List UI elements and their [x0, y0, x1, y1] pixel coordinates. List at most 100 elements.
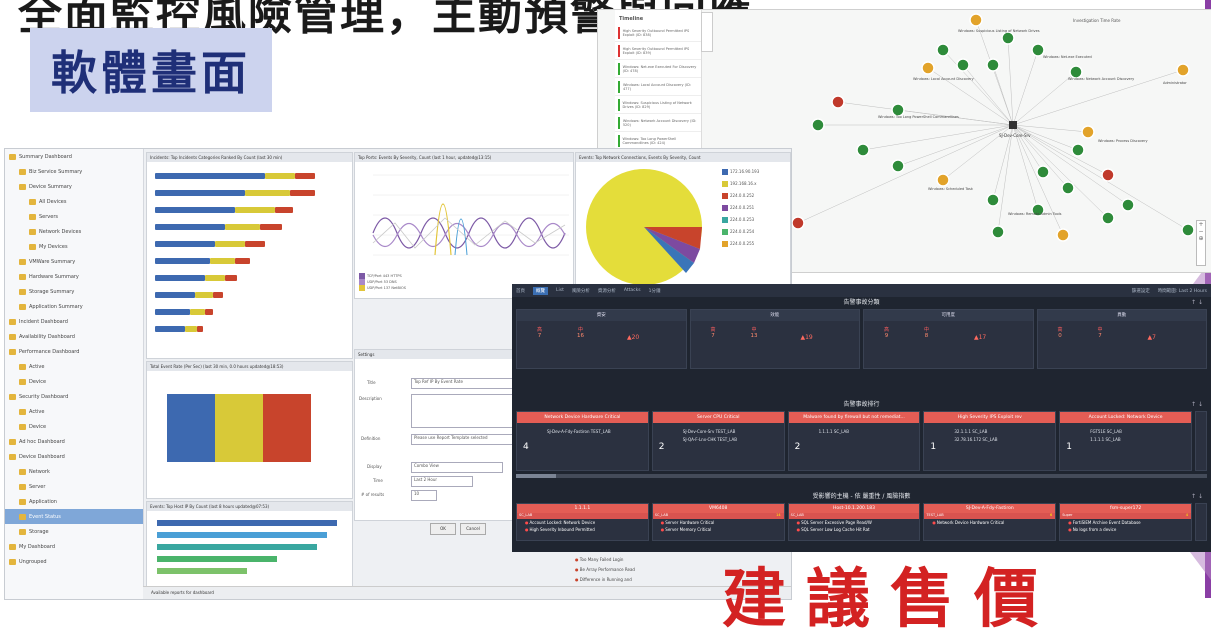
nav-tab[interactable]: Attacks — [624, 287, 641, 295]
graph-node[interactable] — [956, 58, 970, 72]
tree-item[interactable]: Ad hoc Dashboard — [5, 434, 143, 449]
nav-tab[interactable]: 資源分析 — [598, 287, 616, 295]
graph-node[interactable] — [1071, 143, 1085, 157]
tree-item[interactable]: Biz Service Summary — [5, 164, 143, 179]
nav-tab[interactable]: 首頁 — [516, 287, 525, 295]
results-select[interactable]: 10 — [411, 490, 437, 501]
tree-item[interactable]: Network — [5, 464, 143, 479]
risk-score: 6 — [1049, 513, 1053, 517]
tree-item[interactable]: Network Devices — [5, 224, 143, 239]
incidents-panel: Incidents: Top Incidents Categories Rank… — [146, 152, 353, 359]
tree-item[interactable]: Incident Dashboard — [5, 314, 143, 329]
high-label: 高 — [1057, 327, 1063, 333]
rank-card-hosts: SJ-Dev-Core-Srv TEST_LAB SJ-QA-F-Lnx-CHK … — [683, 428, 737, 444]
graph-node[interactable] — [1056, 228, 1070, 242]
graph-node[interactable] — [1061, 181, 1075, 195]
rank-card-count: 2 — [794, 442, 801, 452]
zoom-control[interactable]: + − ⊕ — [1196, 220, 1206, 266]
tree-item[interactable]: Storage — [5, 524, 143, 539]
tree-item[interactable]: Server — [5, 479, 143, 494]
graph-node[interactable] — [986, 193, 1000, 207]
rank-card[interactable]: High Severity IPS Exploit rev 1 32.1.1.1 S… — [923, 411, 1057, 471]
tree-item[interactable]: Active — [5, 404, 143, 419]
rank-card-title: High Severity IPS Exploit rev — [924, 412, 1056, 423]
rank-list-item: ● Difference in Running and — [575, 575, 649, 585]
tree-item[interactable]: Summary Dashboard — [5, 149, 143, 164]
tree-item[interactable]: My Devices — [5, 239, 143, 254]
host-alert: ●Network Device Hardware Critical — [924, 519, 1055, 526]
tree-item[interactable]: All Devices — [5, 194, 143, 209]
tree-item[interactable]: Performance Dashboard — [5, 344, 143, 359]
horizontal-scrollbar[interactable] — [516, 474, 1207, 478]
graph-node[interactable] — [811, 118, 825, 132]
tree-item[interactable]: Device Summary — [5, 179, 143, 194]
graph-node[interactable] — [1121, 198, 1135, 212]
nav-tab[interactable]: 1分鐘 — [649, 287, 661, 295]
graph-node[interactable] — [936, 43, 950, 57]
alert-dot-icon: ● — [1068, 520, 1072, 525]
tree-item[interactable]: Device — [5, 374, 143, 389]
graph-node[interactable] — [1101, 211, 1115, 225]
tree-item[interactable]: Application Summary — [5, 299, 143, 314]
nav-control[interactable]: 篩選設定 — [1132, 288, 1150, 294]
tree-item[interactable]: Security Dashboard — [5, 389, 143, 404]
description-label: Description — [359, 396, 382, 401]
rank-card[interactable]: Malware found by firewall but not remedi… — [787, 411, 921, 471]
tree-item-label: Device Summary — [29, 183, 72, 190]
graph-node[interactable] — [856, 143, 870, 157]
rank-card[interactable]: Server CPU Critical 2 SJ-Dev-Core-Srv TEST… — [651, 411, 785, 471]
graph-node[interactable] — [969, 13, 983, 27]
tree-item[interactable]: VMWare Summary — [5, 254, 143, 269]
cancel-button[interactable]: Cancel — [460, 523, 486, 535]
tree-item[interactable]: Active — [5, 359, 143, 374]
rank-card[interactable]: Account Locked: Network Device 1 FGT51E SC… — [1059, 411, 1192, 471]
host-alert-label: FortiSIEM Archive Event Database — [1072, 520, 1141, 525]
nav-tab[interactable]: 風險分析 — [572, 287, 590, 295]
tree-item[interactable]: Ungrouped — [5, 554, 143, 569]
risk-score: 4 — [1185, 513, 1188, 517]
tree-item[interactable]: Availability Dashboard — [5, 329, 143, 344]
graph-node[interactable] — [1036, 165, 1050, 179]
graph-node[interactable] — [936, 173, 950, 187]
graph-node[interactable] — [986, 58, 1000, 72]
host-alert: ●No logs from a device — [1060, 526, 1191, 533]
host-card[interactable]: 1.1.1.1 SC_LAB ●Account Locked: Network De… — [516, 503, 649, 541]
rank-card[interactable]: Network Device Hardware Critical 4 SJ-Dev-… — [516, 411, 649, 471]
rank-card-hosts: FGT51E SC_LAB 1.1.1.1 SC_LAB — [1090, 428, 1122, 444]
display-select[interactable]: Combo View — [411, 462, 503, 473]
tree-item[interactable]: Application — [5, 494, 143, 509]
tree-item[interactable]: Device — [5, 419, 143, 434]
ok-button[interactable]: OK — [430, 523, 456, 535]
host-card[interactable]: VM6408 SC_LAB 14 ●Server Hardware Critical ●… — [651, 503, 785, 541]
rank-card-count: 2 — [658, 442, 665, 452]
graph-center-node[interactable] — [1009, 121, 1017, 129]
graph-node[interactable] — [1001, 31, 1015, 45]
nav-control[interactable]: 時間範圍: Last 2 Hours — [1158, 288, 1207, 294]
host-card[interactable]: fsm-super172 Super 4 ●FortiSIEM Archive Eve… — [1059, 503, 1192, 541]
graph-node[interactable] — [891, 159, 905, 173]
graph-node[interactable] — [1176, 63, 1190, 77]
host-alert-label: Server Memory Critical — [665, 527, 712, 532]
graph-node[interactable] — [991, 225, 1005, 239]
tree-item[interactable]: Hardware Summary — [5, 269, 143, 284]
tree-item[interactable]: Servers — [5, 209, 143, 224]
status-bar: Available reports for dashboard — [143, 586, 791, 599]
graph-node[interactable] — [831, 95, 845, 109]
time-select[interactable]: Last 2 Hour — [411, 476, 473, 487]
tree-item[interactable]: Event Status — [5, 509, 143, 524]
folder-icon — [29, 228, 36, 235]
graph-node[interactable] — [1181, 223, 1195, 237]
graph-node[interactable] — [791, 216, 805, 230]
graph-node[interactable] — [921, 61, 935, 75]
tree-item[interactable]: Device Dashboard — [5, 449, 143, 464]
graph-node[interactable] — [1081, 125, 1095, 139]
nav-tab[interactable]: List — [556, 287, 564, 295]
tree-item-label: Server — [29, 483, 46, 490]
tree-item-label: Storage Summary — [29, 288, 75, 295]
host-card[interactable]: Host-10.1.200.183 SC_LAB ●SQL Server Exces… — [787, 503, 921, 541]
tree-item[interactable]: My Dashboard — [5, 539, 143, 554]
tree-item[interactable]: Storage Summary — [5, 284, 143, 299]
graph-node[interactable] — [1101, 168, 1115, 182]
host-card[interactable]: SJ-Dev-A-Fdy-Fastiron TEST_LAB 6 ●Network D… — [923, 503, 1057, 541]
nav-tab[interactable]: 概覽 — [533, 286, 548, 295]
